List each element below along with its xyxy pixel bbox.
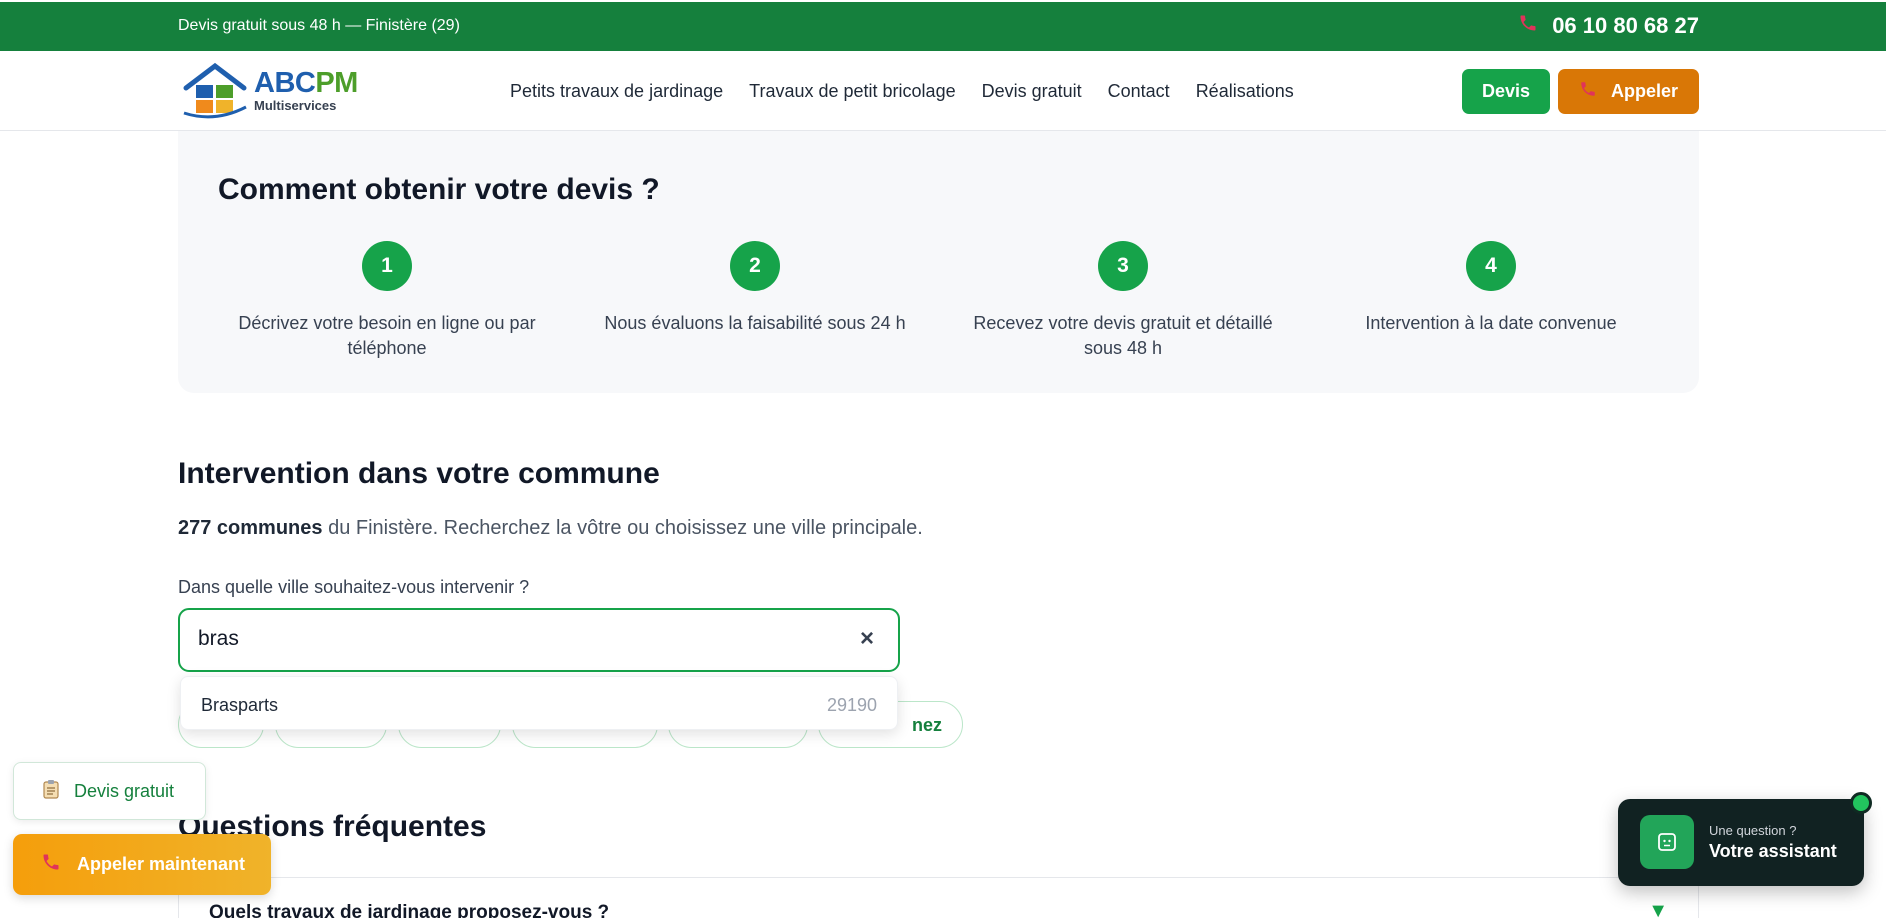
communes-count: 277 communes bbox=[178, 517, 323, 539]
robot-icon bbox=[1640, 815, 1694, 869]
suggestion-zip: 29190 bbox=[826, 695, 877, 715]
city-search-input[interactable] bbox=[198, 627, 798, 651]
chevron-down-icon: ▼ bbox=[1648, 900, 1668, 918]
site-header: ABCPM Multiservices Petits travaux de ja… bbox=[0, 51, 1886, 131]
top-bar: Devis gratuit sous 48 h — Finistère (29)… bbox=[0, 2, 1886, 51]
appeler-button[interactable]: Appeler bbox=[1558, 69, 1699, 114]
phone-icon bbox=[41, 852, 61, 877]
phone-icon bbox=[1579, 80, 1597, 103]
appeler-button-label: Appeler bbox=[1610, 81, 1679, 101]
steps-card: Comment obtenir votre devis ? 1 Décrivez… bbox=[178, 131, 1699, 393]
faq-item[interactable]: Quels travaux de jardinage proposez-vous… bbox=[178, 877, 1699, 918]
step-number: 4 bbox=[1466, 241, 1516, 291]
step-number: 3 bbox=[1098, 241, 1148, 291]
logo-text-abc: ABC bbox=[254, 66, 316, 99]
clipboard-icon bbox=[42, 779, 60, 804]
floating-appeler-button[interactable]: Appeler maintenant bbox=[13, 834, 271, 895]
nav-item-bricolage[interactable]: Travaux de petit bricolage bbox=[749, 81, 955, 102]
top-bar-phone-link[interactable]: 06 10 80 68 27 bbox=[1518, 13, 1699, 39]
devis-button[interactable]: Devis bbox=[1462, 69, 1550, 114]
step-2: 2 Nous évaluons la faisabilité sous 24 h bbox=[590, 241, 920, 336]
assistant-prompt: Une question ? bbox=[1709, 823, 1797, 838]
site-logo[interactable]: ABCPM Multiservices bbox=[182, 61, 368, 119]
suggestion-city: Brasparts bbox=[201, 695, 279, 715]
step-text: Recevez votre devis gratuit et détaillé … bbox=[973, 313, 1273, 358]
online-status-dot bbox=[1850, 792, 1872, 814]
floating-devis-label: Devis gratuit bbox=[74, 780, 175, 801]
phone-icon bbox=[1518, 13, 1538, 39]
city-field-label: Dans quelle ville souhaitez-vous interve… bbox=[178, 577, 530, 597]
nav-item-contact[interactable]: Contact bbox=[1108, 81, 1170, 102]
nav-item-realisations[interactable]: Réalisations bbox=[1196, 81, 1294, 102]
step-text: Décrivez votre besoin en ligne ou par té… bbox=[238, 313, 536, 358]
top-bar-phone-number: 06 10 80 68 27 bbox=[1552, 13, 1699, 38]
steps-title: Comment obtenir votre devis ? bbox=[218, 173, 660, 206]
nav-item-jardinage[interactable]: Petits travaux de jardinage bbox=[510, 81, 723, 102]
communes-title: Intervention dans votre commune bbox=[178, 457, 660, 490]
city-chip-label: nez bbox=[911, 715, 942, 735]
step-3: 3 Recevez votre devis gratuit et détaill… bbox=[958, 241, 1288, 361]
floating-appeler-label: Appeler maintenant bbox=[77, 854, 246, 874]
step-4: 4 Intervention à la date convenue bbox=[1326, 241, 1656, 336]
step-number: 2 bbox=[730, 241, 780, 291]
main-nav: Petits travaux de jardinage Travaux de p… bbox=[510, 81, 1294, 102]
floating-devis-button[interactable]: Devis gratuit bbox=[13, 762, 206, 820]
communes-subtitle: 277 communes du Finistère. Recherchez la… bbox=[178, 517, 923, 540]
top-bar-tagline: Devis gratuit sous 48 h — Finistère (29) bbox=[178, 17, 460, 34]
step-text: Intervention à la date convenue bbox=[1365, 313, 1617, 333]
clear-search-icon[interactable]: × bbox=[856, 627, 878, 651]
nav-item-devis-gratuit[interactable]: Devis gratuit bbox=[982, 81, 1082, 102]
step-1: 1 Décrivez votre besoin en ligne ou par … bbox=[222, 241, 552, 361]
assistant-title: Votre assistant bbox=[1709, 841, 1837, 861]
assistant-widget[interactable]: Une question ? Votre assistant bbox=[1618, 792, 1872, 886]
logo-subtitle: Multiservices bbox=[254, 97, 337, 113]
step-text: Nous évaluons la faisabilité sous 24 h bbox=[604, 313, 906, 333]
house-logo-icon bbox=[183, 62, 247, 119]
logo-text-pm: PM bbox=[315, 66, 358, 99]
step-number: 1 bbox=[362, 241, 412, 291]
faq-question: Quels travaux de jardinage proposez-vous… bbox=[209, 902, 610, 918]
city-suggestions-dropdown: Brasparts 29190 bbox=[180, 676, 898, 730]
communes-subtitle-rest: du Finistère. Recherchez la vôtre ou cho… bbox=[322, 517, 923, 539]
city-search-field[interactable]: × bbox=[178, 608, 900, 672]
